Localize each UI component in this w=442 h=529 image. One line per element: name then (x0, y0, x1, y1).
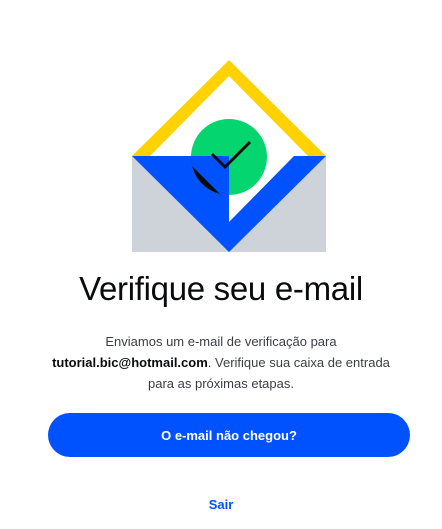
page-title: Verifique seu e-mail (79, 270, 363, 307)
user-email: tutorial.bic@hotmail.com (52, 355, 208, 370)
email-not-received-button[interactable]: O e-mail não chegou? (48, 413, 410, 457)
email-envelope-check-icon (132, 60, 326, 254)
description-text: Enviamos um e-mail de verificação para (105, 334, 337, 349)
verification-description: Enviamos um e-mail de verificação para tu… (40, 331, 402, 394)
logout-link[interactable]: Sair (0, 496, 442, 513)
